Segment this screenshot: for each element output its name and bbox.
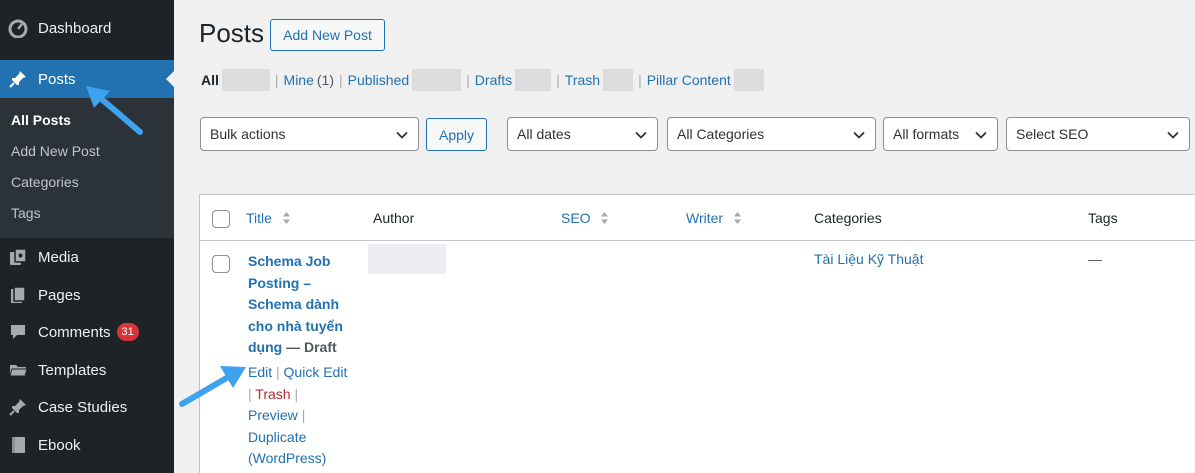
view-published[interactable]: Published — [348, 72, 410, 88]
post-state: — Draft — [286, 339, 337, 355]
date-filter-value: All dates — [517, 126, 571, 142]
duplicate-link[interactable]: Duplicate (WordPress) — [248, 429, 326, 467]
column-categories: Categories — [814, 210, 882, 226]
table-header: Title Author SEO Writer Categories Tags — [200, 195, 1195, 241]
submenu-tags[interactable]: Tags — [11, 205, 41, 221]
add-new-post-button[interactable]: Add New Post — [270, 19, 385, 51]
view-trash[interactable]: Trash — [565, 72, 600, 88]
column-writer-label: Writer — [686, 210, 724, 226]
chevron-down-icon — [1167, 131, 1179, 139]
menu-pages-label: Pages — [38, 286, 81, 304]
category-filter-value: All Categories — [677, 126, 765, 142]
menu-ebook[interactable]: Ebook — [0, 426, 174, 464]
category-filter-select[interactable]: All Categories — [667, 117, 876, 151]
column-seo-label: SEO — [561, 210, 591, 226]
trash-link[interactable]: Trash — [255, 386, 290, 402]
view-all-count-redacted — [221, 69, 270, 91]
sort-icon — [282, 212, 290, 224]
submenu-all-posts[interactable]: All Posts — [11, 112, 71, 128]
separator: | — [556, 72, 560, 88]
chevron-down-icon — [975, 131, 987, 139]
book-icon — [7, 434, 29, 456]
view-published-count-redacted — [412, 69, 462, 91]
separator: | — [638, 72, 642, 88]
format-filter-select[interactable]: All formats — [883, 117, 998, 151]
pages-icon — [7, 284, 29, 306]
menu-templates[interactable]: Templates — [0, 351, 174, 389]
column-title[interactable]: Title — [246, 210, 291, 226]
chevron-down-icon — [853, 131, 865, 139]
chevron-down-icon — [635, 131, 647, 139]
menu-media[interactable]: Media — [0, 238, 174, 276]
sort-icon — [601, 212, 609, 224]
menu-ebook-label: Ebook — [38, 436, 81, 454]
post-title-cell: Schema Job Posting – Schema dành cho nhà… — [248, 251, 360, 359]
comments-count-badge: 31 — [116, 323, 139, 341]
chevron-down-icon — [396, 131, 408, 139]
submenu-add-new-post[interactable]: Add New Post — [11, 143, 100, 159]
menu-posts[interactable]: Posts — [0, 60, 174, 98]
row-actions: Edit | Quick Edit | Trash | Preview | Du… — [248, 364, 348, 467]
pin-icon — [7, 396, 29, 418]
seo-filter-select[interactable]: Select SEO — [1006, 117, 1190, 151]
comments-icon — [7, 321, 29, 343]
view-drafts-count-redacted — [515, 69, 552, 91]
admin-sidebar: Dashboard Posts All Posts Add New Post C… — [0, 0, 174, 473]
author-redacted — [368, 244, 446, 274]
menu-comments-label: Comments — [38, 323, 111, 341]
preview-link[interactable]: Preview — [248, 407, 298, 423]
folder-icon — [7, 359, 29, 381]
menu-dashboard-label: Dashboard — [38, 19, 112, 37]
date-filter-select[interactable]: All dates — [507, 117, 658, 151]
column-tags: Tags — [1088, 210, 1118, 226]
menu-posts-label: Posts — [38, 70, 76, 88]
media-icon — [7, 246, 29, 268]
tags-empty: — — [1088, 251, 1102, 267]
column-seo[interactable]: SEO — [561, 210, 609, 226]
category-link[interactable]: Tài Liệu Kỹ Thuật — [814, 251, 923, 267]
pin-icon — [7, 68, 29, 90]
post-status-views: All | Mine (1) | Published | Drafts | Tr… — [201, 69, 764, 91]
view-mine-count: (1) — [316, 72, 335, 88]
select-all-checkbox[interactable] — [212, 210, 230, 228]
edit-link[interactable]: Edit — [248, 364, 272, 380]
bulk-actions-select[interactable]: Bulk actions — [200, 117, 419, 151]
sort-icon — [733, 212, 741, 224]
separator: | — [274, 72, 279, 88]
menu-comments[interactable]: Comments 31 — [0, 313, 174, 351]
view-pillar-content[interactable]: Pillar Content — [647, 72, 731, 88]
view-trash-count-redacted — [603, 69, 634, 91]
menu-case-studies[interactable]: Case Studies — [0, 388, 174, 426]
view-all[interactable]: All — [201, 72, 219, 88]
menu-templates-label: Templates — [38, 361, 107, 379]
submenu-categories[interactable]: Categories — [11, 174, 79, 190]
apply-button[interactable]: Apply — [426, 118, 487, 151]
menu-pages[interactable]: Pages — [0, 276, 174, 314]
column-title-label: Title — [246, 210, 272, 226]
row-checkbox[interactable] — [212, 255, 230, 273]
separator: | — [339, 72, 343, 88]
column-author: Author — [373, 210, 415, 226]
menu-media-label: Media — [38, 248, 79, 266]
quick-edit-link[interactable]: Quick Edit — [284, 364, 348, 380]
posts-submenu: All Posts Add New Post Categories Tags — [0, 98, 174, 238]
menu-case-studies-label: Case Studies — [38, 398, 128, 416]
separator: | — [466, 72, 470, 88]
posts-table: Title Author SEO Writer Categories Tags … — [199, 194, 1195, 473]
view-drafts[interactable]: Drafts — [475, 72, 512, 88]
format-filter-value: All formats — [893, 126, 960, 142]
page-title: Posts — [199, 18, 265, 48]
column-writer[interactable]: Writer — [686, 210, 742, 226]
view-mine[interactable]: Mine — [284, 72, 314, 88]
view-pillar-count-redacted — [733, 69, 764, 91]
dashboard-icon — [7, 17, 29, 39]
menu-dashboard[interactable]: Dashboard — [0, 9, 174, 47]
seo-filter-value: Select SEO — [1016, 126, 1089, 142]
bulk-actions-value: Bulk actions — [210, 126, 286, 142]
